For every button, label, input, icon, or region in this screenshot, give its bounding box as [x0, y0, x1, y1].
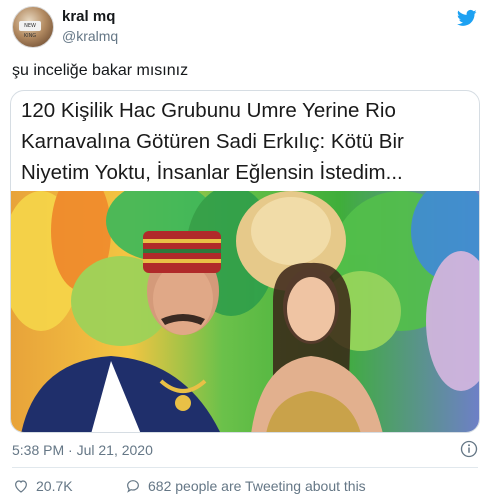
heart-icon: [15, 480, 27, 493]
speech-bubble-icon: [127, 480, 139, 493]
author-avatar[interactable]: NEW KING: [12, 6, 54, 48]
divider: [12, 467, 478, 468]
tweet-timestamp[interactable]: 5:38 PM · Jul 21, 2020: [12, 442, 153, 458]
tweeting-about-text: 682 people are Tweeting about this: [148, 478, 366, 494]
tweet-header: NEW KING kral mq @kralmq: [12, 6, 478, 50]
card-photo[interactable]: [11, 191, 479, 432]
card-headline[interactable]: 120 Kişilik Hac Grubunu Umre Yerine Rio …: [21, 95, 471, 188]
info-icon[interactable]: [460, 440, 478, 458]
author-handle[interactable]: @kralmq: [62, 28, 118, 44]
carnival-photo: [11, 191, 479, 432]
author-name[interactable]: kral mq: [62, 8, 115, 25]
like-button[interactable]: 20.7K: [12, 478, 73, 494]
tweet-text: şu inceliğe bakar mısınız: [12, 62, 189, 79]
link-card[interactable]: 120 Kişilik Hac Grubunu Umre Yerine Rio …: [10, 90, 480, 433]
tweeting-about-link[interactable]: 682 people are Tweeting about this: [124, 478, 366, 494]
tweet-actions: 20.7K 682 people are Tweeting about this: [12, 478, 478, 498]
like-count: 20.7K: [36, 478, 73, 494]
avatar-badge: NEW KING: [19, 21, 41, 39]
twitter-bird-icon[interactable]: [456, 8, 478, 28]
